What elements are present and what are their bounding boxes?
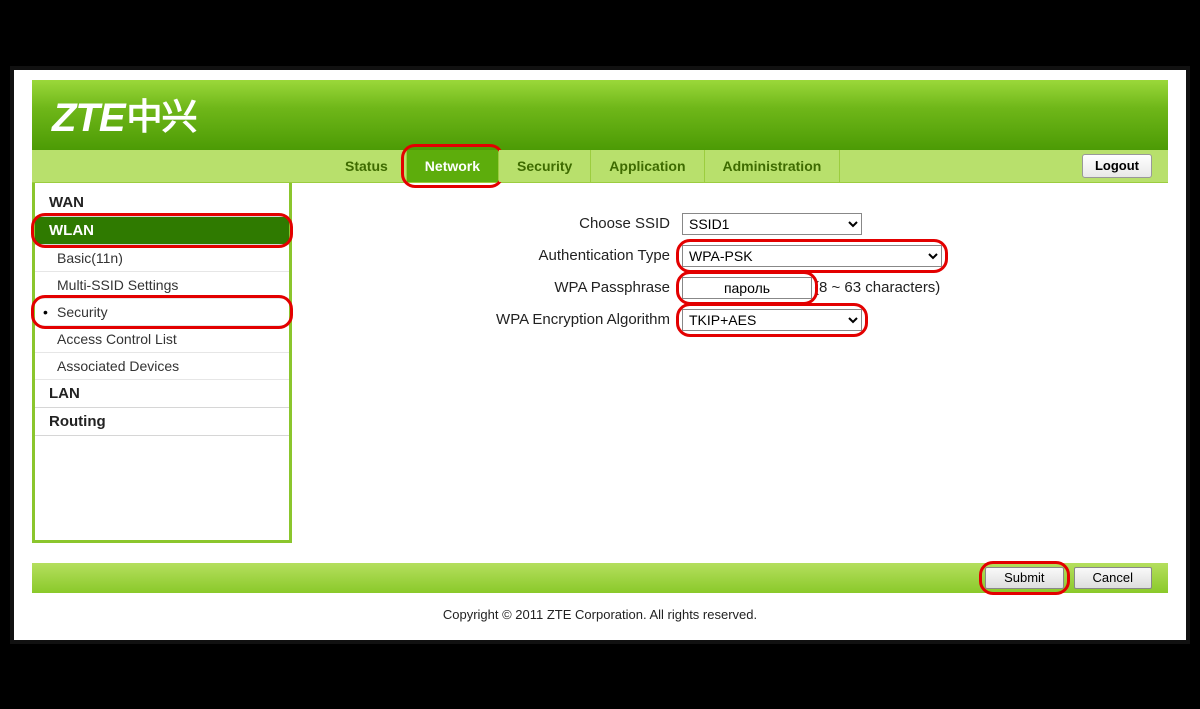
sidebar-sub-security[interactable]: Security [35, 299, 289, 326]
logout-button[interactable]: Logout [1082, 154, 1152, 178]
wrap-submit: Submit [985, 567, 1063, 589]
nav-tabs: Status Network Security Application Admi… [32, 150, 1168, 183]
input-passphrase[interactable] [682, 277, 812, 299]
tab-security[interactable]: Security [499, 150, 591, 182]
sidebar-sub-multissid[interactable]: Multi-SSID Settings [35, 272, 289, 299]
content-pane: Choose SSID SSID1 Authentication Type WP… [292, 183, 1168, 543]
row-auth: Authentication Type WPA-PSK [322, 245, 1138, 267]
select-encryption[interactable]: TKIP+AES [682, 309, 862, 331]
tab-network[interactable]: Network [407, 150, 499, 182]
row-enc: WPA Encryption Algorithm TKIP+AES [322, 309, 1138, 331]
logo-cn: 中兴 [127, 96, 197, 137]
header-bar: ZTE中兴 [32, 80, 1168, 150]
label-enc: WPA Encryption Algorithm [322, 311, 682, 328]
row-ssid: Choose SSID SSID1 [322, 213, 1138, 235]
sidebar-item-routing[interactable]: Routing [35, 408, 289, 436]
sidebar-item-wan[interactable]: WAN [35, 189, 289, 217]
sidebar-item-wlan-label: WLAN [49, 222, 94, 239]
tab-administration[interactable]: Administration [705, 150, 841, 182]
label-ssid: Choose SSID [322, 215, 682, 232]
tab-network-label: Network [425, 158, 480, 174]
label-pass: WPA Passphrase [322, 279, 682, 296]
hint-pass: (8 ~ 63 characters) [814, 279, 940, 296]
sidebar-sub-assoc[interactable]: Associated Devices [35, 353, 289, 380]
sidebar-sub-acl[interactable]: Access Control List [35, 326, 289, 353]
wrap-auth: WPA-PSK [682, 245, 942, 267]
select-auth[interactable]: WPA-PSK [682, 245, 942, 267]
logo-brand: ZTE [52, 96, 125, 140]
footer-copyright: Copyright © 2011 ZTE Corporation. All ri… [32, 593, 1168, 622]
tab-status[interactable]: Status [327, 150, 407, 182]
select-ssid[interactable]: SSID1 [682, 213, 862, 235]
app-frame: ZTE中兴 Status Network Security Applicatio… [10, 66, 1190, 644]
wrap-enc: TKIP+AES [682, 309, 862, 331]
row-pass: WPA Passphrase (8 ~ 63 characters) [322, 277, 1138, 299]
submit-button[interactable]: Submit [985, 567, 1063, 589]
sidebar-sub-security-label: Security [57, 304, 108, 320]
wrap-pass [682, 277, 812, 299]
sidebar-item-lan[interactable]: LAN [35, 380, 289, 408]
label-auth: Authentication Type [322, 247, 682, 264]
sidebar-item-wlan[interactable]: WLAN [35, 217, 289, 245]
tab-application[interactable]: Application [591, 150, 704, 182]
logo: ZTE中兴 [52, 88, 197, 141]
action-bar: Submit Cancel [32, 563, 1168, 593]
body: WAN WLAN Basic(11n) Multi-SSID Settings … [32, 183, 1168, 543]
cancel-button[interactable]: Cancel [1074, 567, 1152, 589]
sidebar: WAN WLAN Basic(11n) Multi-SSID Settings … [32, 183, 292, 543]
sidebar-sub-basic[interactable]: Basic(11n) [35, 245, 289, 272]
